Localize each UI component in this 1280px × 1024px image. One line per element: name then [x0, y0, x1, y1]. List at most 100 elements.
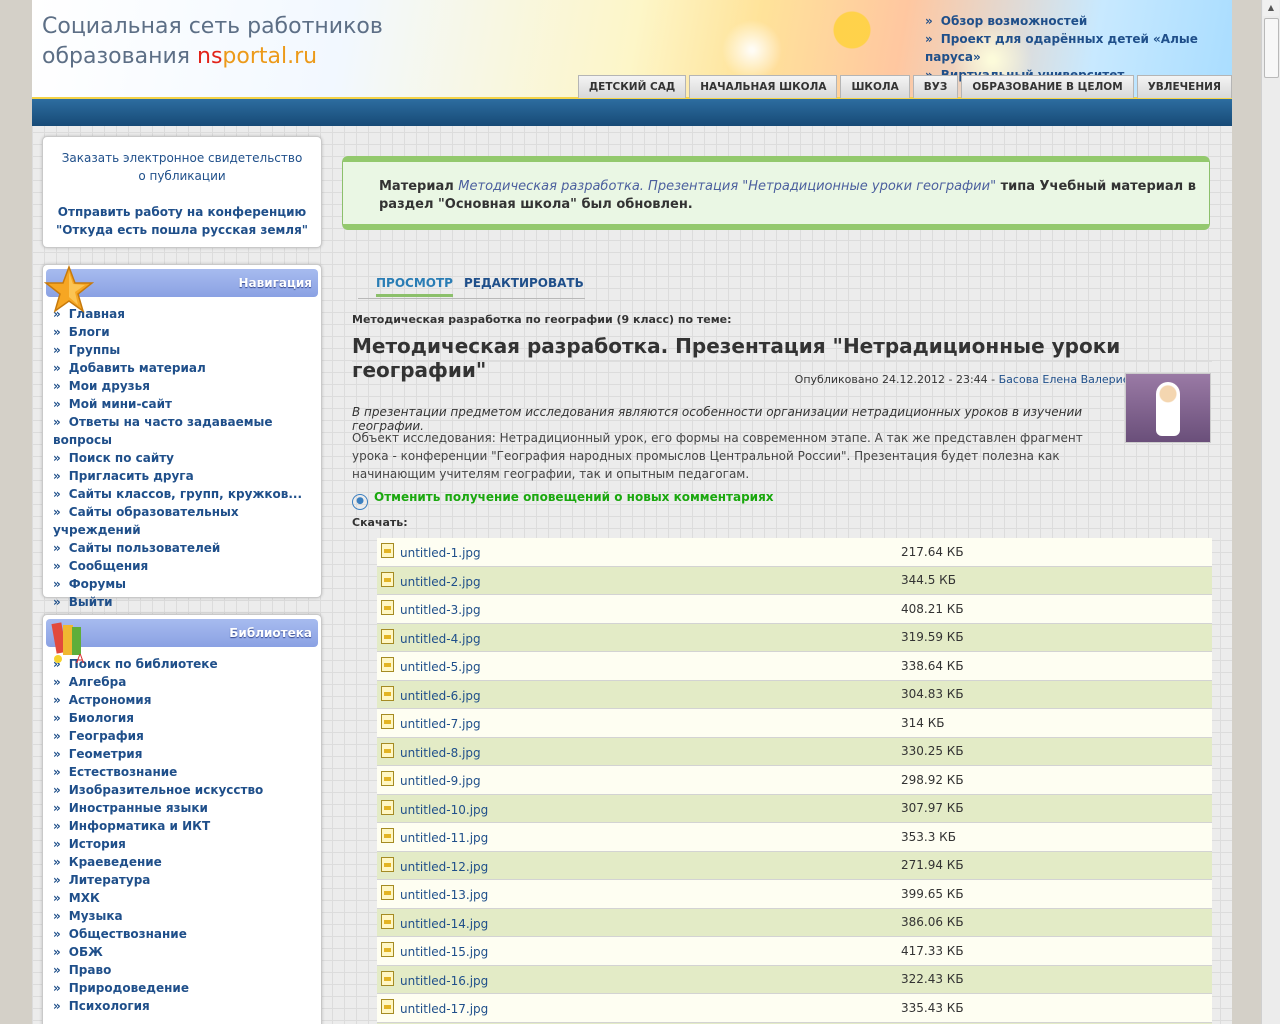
library-item[interactable]: » Биология	[53, 709, 321, 727]
file-link[interactable]: untitled-3.jpg	[400, 603, 481, 617]
library-item[interactable]: » Психология	[53, 997, 321, 1015]
tab-university[interactable]: ВУЗ	[912, 75, 959, 98]
file-size: 353.3 КБ	[901, 822, 1212, 852]
navigation-item-label: Выйти	[68, 595, 113, 609]
scroll-up-icon[interactable]: ▲	[1263, 0, 1279, 16]
library-item-label: МХК	[68, 891, 100, 905]
unsubscribe-comments-link[interactable]: ● Отменить получение оповещений о новых к…	[352, 490, 774, 510]
tab-education-general[interactable]: ОБРАЗОВАНИЕ В ЦЕЛОМ	[961, 75, 1134, 98]
navigation-item[interactable]: » Поиск по сайту	[53, 449, 321, 467]
library-item[interactable]: » МХК	[53, 889, 321, 907]
library-item[interactable]: » ОБЖ	[53, 943, 321, 961]
tab-primary-school[interactable]: НАЧАЛЬНАЯ ШКОЛА	[689, 75, 838, 98]
library-item[interactable]: » География	[53, 727, 321, 745]
library-item[interactable]: » Информатика и ИКТ	[53, 817, 321, 835]
navigation-item[interactable]: » Выйти	[53, 593, 321, 611]
tab-edit[interactable]: РЕДАКТИРОВАТЬ	[464, 276, 584, 290]
bullet-icon: »	[53, 855, 61, 869]
status-message-text: Материал Методическая разработка. Презен…	[379, 178, 1209, 214]
navigation-item[interactable]: » Сайты пользователей	[53, 539, 321, 557]
bullet-icon: »	[53, 837, 61, 851]
file-link[interactable]: untitled-15.jpg	[400, 945, 488, 959]
file-link[interactable]: untitled-16.jpg	[400, 974, 488, 988]
order-certificate-link[interactable]: Заказать электронное свидетельство о пуб…	[43, 149, 321, 185]
library-item[interactable]: » Краеведение	[53, 853, 321, 871]
navigation-item[interactable]: » Блоги	[53, 323, 321, 341]
file-link[interactable]: untitled-11.jpg	[400, 831, 488, 845]
file-size: 271.94 КБ	[901, 851, 1212, 880]
file-link[interactable]: untitled-7.jpg	[400, 717, 481, 731]
library-item[interactable]: » Геометрия	[53, 745, 321, 763]
tab-view[interactable]: ПРОСМОТР	[376, 276, 453, 297]
library-block: A Библиотека » Поиск по библиотеке» Алгебр…	[42, 614, 322, 1024]
top-link[interactable]: » Обзор возможностей	[925, 12, 1232, 30]
file-link[interactable]: untitled-6.jpg	[400, 689, 481, 703]
table-row: untitled-17.jpg 335.43 КБ	[377, 993, 1212, 1023]
image-file-icon	[381, 742, 394, 758]
image-file-icon	[381, 828, 394, 844]
library-item[interactable]: » Иностранные языки	[53, 799, 321, 817]
bullet-icon: »	[53, 783, 61, 797]
file-link[interactable]: untitled-1.jpg	[400, 546, 481, 560]
tab-school[interactable]: ШКОЛА	[840, 75, 910, 98]
library-item[interactable]: » История	[53, 835, 321, 853]
library-item[interactable]: » Изобразительное искусство	[53, 781, 321, 799]
navigation-item[interactable]: » Сайты образовательных учреждений	[53, 503, 321, 539]
material-link[interactable]: Методическая разработка. Презентация "Не…	[458, 179, 996, 194]
navigation-item[interactable]: » Мой мини-сайт	[53, 395, 321, 413]
library-item[interactable]: » Поиск по библиотеке	[53, 655, 321, 673]
navigation-item[interactable]: » Мои друзья	[53, 377, 321, 395]
tab-hobbies[interactable]: УВЛЕЧЕНИЯ	[1136, 75, 1232, 98]
site-title-portal: portal.ru	[222, 44, 318, 69]
library-item[interactable]: » Музыка	[53, 907, 321, 925]
file-link[interactable]: untitled-8.jpg	[400, 746, 481, 760]
author-avatar[interactable]	[1125, 373, 1211, 443]
file-link[interactable]: untitled-13.jpg	[400, 888, 488, 902]
file-size: 344.5 КБ	[901, 566, 1212, 595]
library-menu: » Поиск по библиотеке» Алгебра» Астрономия»…	[43, 647, 321, 1015]
image-file-icon	[381, 571, 394, 587]
file-size: 417.33 КБ	[901, 936, 1212, 966]
file-link[interactable]: untitled-12.jpg	[400, 860, 488, 874]
conference-link[interactable]: Отправить работу на конференцию "Откуда …	[43, 203, 321, 239]
file-link[interactable]: untitled-9.jpg	[400, 774, 481, 788]
file-link[interactable]: untitled-5.jpg	[400, 660, 481, 674]
image-file-icon	[381, 771, 394, 787]
navigation-item[interactable]: » Группы	[53, 341, 321, 359]
library-item-label: Литература	[68, 873, 151, 887]
scroll-thumb[interactable]	[1264, 18, 1279, 78]
navigation-item[interactable]: » Пригласить друга	[53, 467, 321, 485]
site-header: Социальная сеть работников образования n…	[32, 0, 1232, 98]
navigation-item[interactable]: » Форумы	[53, 575, 321, 593]
file-link[interactable]: untitled-2.jpg	[400, 575, 481, 589]
navigation-item-label: Добавить материал	[68, 361, 206, 375]
library-item[interactable]: » Обществознание	[53, 925, 321, 943]
library-item[interactable]: » Алгебра	[53, 673, 321, 691]
library-item-label: Изобразительное искусство	[68, 783, 264, 797]
header-bar	[32, 97, 1232, 126]
image-file-icon	[381, 543, 394, 559]
file-link[interactable]: untitled-10.jpg	[400, 803, 488, 817]
notify-label: Отменить получение оповещений о новых ко…	[374, 490, 774, 504]
navigation-item[interactable]: » Добавить материал	[53, 359, 321, 377]
tab-kindergarten[interactable]: ДЕТСКИЙ САД	[577, 75, 687, 98]
image-file-icon	[381, 799, 394, 815]
file-link[interactable]: untitled-17.jpg	[400, 1002, 488, 1016]
library-item[interactable]: » Право	[53, 961, 321, 979]
navigation-item[interactable]: » Ответы на часто задаваемые вопросы	[53, 413, 321, 449]
library-item[interactable]: » Природоведение	[53, 979, 321, 997]
file-link[interactable]: untitled-4.jpg	[400, 632, 481, 646]
scrollbar[interactable]: ▲	[1261, 0, 1280, 1024]
image-file-icon	[381, 970, 394, 986]
site-title[interactable]: Социальная сеть работников образования n…	[42, 12, 383, 72]
top-link[interactable]: » Проект для одарённых детей «Алые паруса…	[925, 30, 1232, 66]
navigation-item[interactable]: » Сайты классов, групп, кружков...	[53, 485, 321, 503]
navigation-item-label: Сайты пользователей	[68, 541, 221, 555]
library-item[interactable]: » Астрономия	[53, 691, 321, 709]
library-item-label: Краеведение	[68, 855, 162, 869]
bullet-icon: »	[53, 999, 61, 1013]
library-item[interactable]: » Естествознание	[53, 763, 321, 781]
navigation-item[interactable]: » Сообщения	[53, 557, 321, 575]
file-link[interactable]: untitled-14.jpg	[400, 917, 488, 931]
library-item[interactable]: » Литература	[53, 871, 321, 889]
